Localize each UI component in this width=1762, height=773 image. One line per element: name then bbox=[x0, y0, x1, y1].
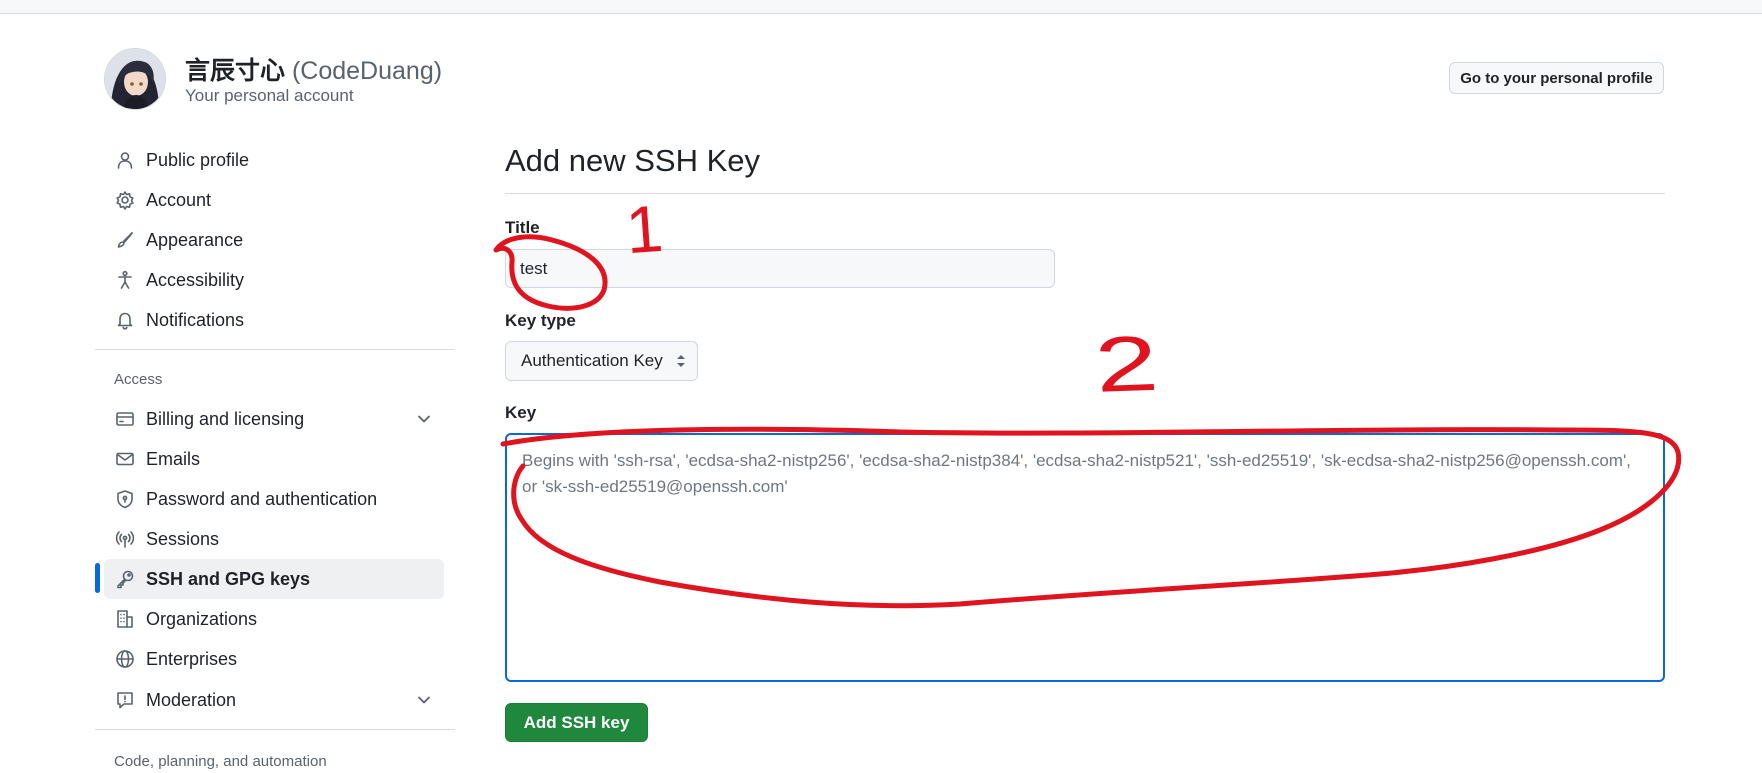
paintbrush-icon bbox=[114, 229, 136, 251]
title-input[interactable] bbox=[505, 249, 1055, 288]
key-type-label: Key type bbox=[505, 311, 576, 330]
broadcast-icon bbox=[114, 528, 136, 550]
account-login: (CodeDuang) bbox=[291, 57, 443, 85]
sidebar-item-moderation[interactable]: Moderation bbox=[104, 680, 444, 720]
sidebar-item-label: Password and authentication bbox=[146, 488, 378, 509]
sidebar-item-label: Organizations bbox=[146, 608, 258, 629]
display-name: 言辰寸心 bbox=[185, 57, 286, 85]
shield-lock-icon bbox=[114, 488, 136, 510]
sidebar-divider bbox=[95, 729, 455, 730]
sidebar-item-password[interactable]: Password and authentication bbox=[104, 479, 444, 519]
page-title: Add new SSH Key bbox=[505, 143, 761, 178]
sidebar-item-account[interactable]: Account bbox=[104, 180, 444, 220]
key-type-select[interactable]: Authentication Key bbox=[505, 341, 698, 381]
sidebar-item-enterprises[interactable]: Enterprises bbox=[104, 639, 444, 679]
person-icon bbox=[114, 149, 136, 171]
go-to-profile-button[interactable]: Go to your personal profile bbox=[1449, 62, 1664, 94]
sidebar-item-label: Notifications bbox=[146, 309, 245, 330]
add-ssh-key-button[interactable]: Add SSH key bbox=[505, 703, 648, 742]
sidebar-item-accessibility[interactable]: Accessibility bbox=[104, 260, 444, 300]
select-arrows-icon bbox=[677, 355, 685, 367]
sidebar-item-label: Appearance bbox=[146, 229, 244, 250]
sidebar-item-label: Accessibility bbox=[146, 269, 245, 290]
sidebar-item-label: Enterprises bbox=[146, 648, 238, 669]
title-divider bbox=[505, 193, 1665, 194]
key-textarea[interactable] bbox=[505, 433, 1665, 682]
sidebar-item-label: Billing and licensing bbox=[146, 408, 305, 429]
credit-card-icon bbox=[114, 408, 136, 430]
organization-icon bbox=[114, 608, 136, 630]
top-bar bbox=[0, 0, 1762, 14]
sidebar-item-public-profile[interactable]: Public profile bbox=[104, 140, 444, 180]
sidebar-section-access: Access bbox=[114, 371, 163, 388]
active-indicator bbox=[95, 563, 100, 593]
key-type-value: Authentication Key bbox=[521, 351, 663, 370]
sidebar-item-sessions[interactable]: Sessions bbox=[104, 519, 444, 559]
account-name: 言辰寸心 (CodeDuang) bbox=[185, 51, 442, 87]
sidebar-item-label: Public profile bbox=[146, 149, 250, 170]
gear-icon bbox=[114, 189, 136, 211]
avatar-image bbox=[105, 49, 165, 109]
title-label: Title bbox=[505, 218, 540, 237]
sidebar-item-label: SSH and GPG keys bbox=[146, 568, 311, 589]
sidebar-item-label: Moderation bbox=[146, 689, 237, 710]
sidebar-item-label: Emails bbox=[146, 448, 201, 469]
report-icon bbox=[114, 689, 136, 711]
sidebar-item-billing[interactable]: Billing and licensing bbox=[104, 399, 444, 439]
mail-icon bbox=[114, 448, 136, 470]
sidebar-item-ssh-gpg-keys[interactable]: SSH and GPG keys bbox=[104, 559, 444, 599]
sidebar-item-appearance[interactable]: Appearance bbox=[104, 220, 444, 260]
sidebar-item-emails[interactable]: Emails bbox=[104, 439, 444, 479]
bell-icon bbox=[114, 309, 136, 331]
annotation-mark-1: 1 bbox=[623, 190, 666, 268]
globe-icon bbox=[114, 648, 136, 670]
sidebar-item-label: Account bbox=[146, 189, 212, 210]
sidebar-divider bbox=[95, 349, 455, 350]
sidebar-item-organizations[interactable]: Organizations bbox=[104, 599, 444, 639]
accessibility-icon bbox=[114, 269, 136, 291]
account-subtitle: Your personal account bbox=[185, 86, 354, 105]
chevron-down-icon[interactable] bbox=[414, 409, 434, 429]
key-icon bbox=[114, 568, 136, 590]
sidebar-item-label: Sessions bbox=[146, 528, 220, 549]
annotation-mark-2: 2 bbox=[1091, 318, 1162, 409]
sidebar-item-notifications[interactable]: Notifications bbox=[104, 300, 444, 340]
chevron-down-icon[interactable] bbox=[414, 690, 434, 710]
avatar[interactable] bbox=[104, 48, 166, 110]
sidebar-section-code: Code, planning, and automation bbox=[114, 753, 327, 770]
key-label: Key bbox=[505, 403, 537, 422]
